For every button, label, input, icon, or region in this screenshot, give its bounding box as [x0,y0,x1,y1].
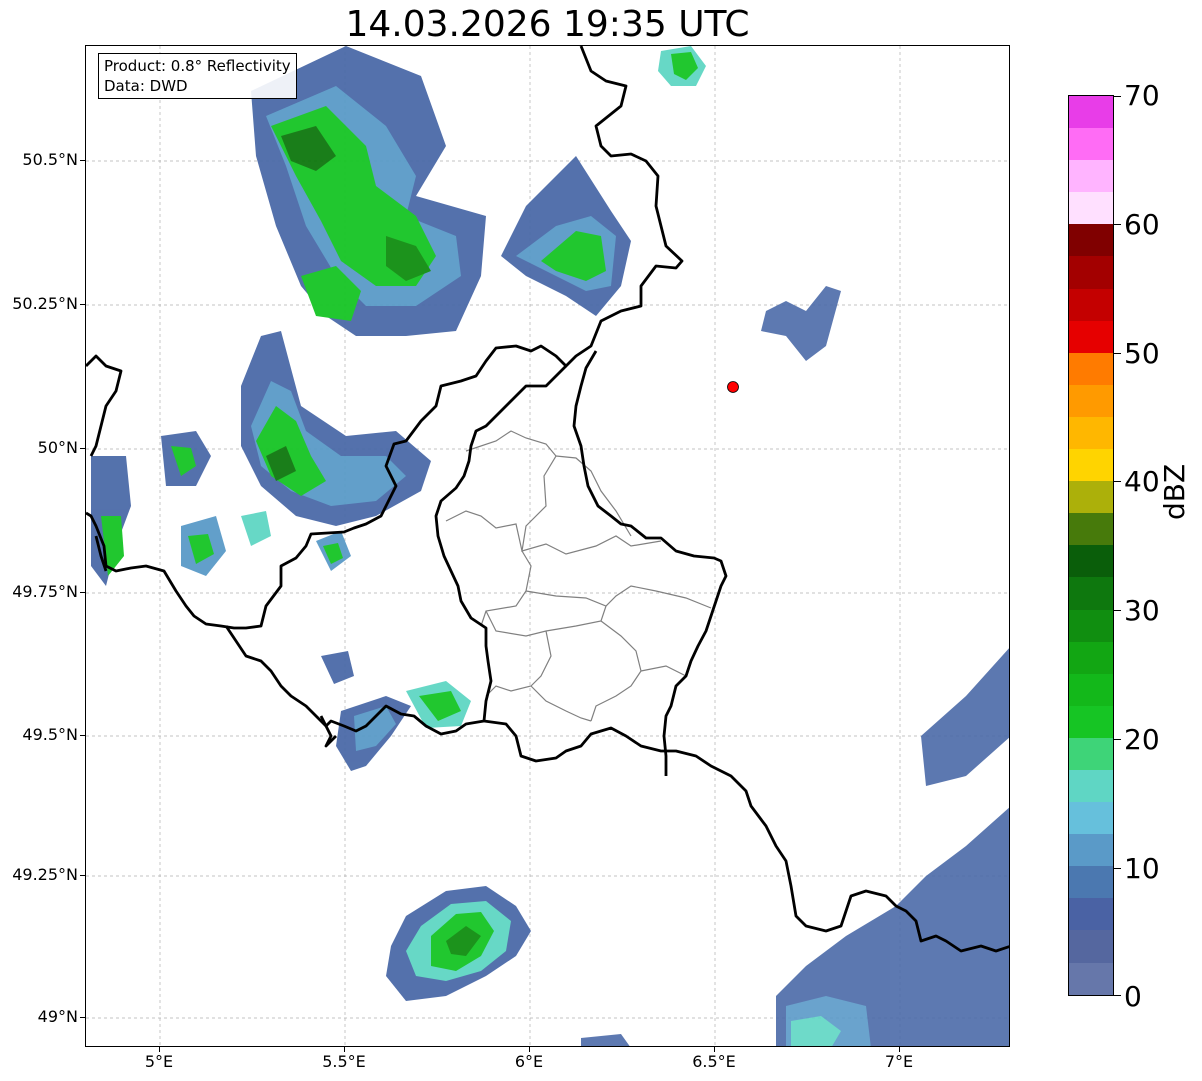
colorbar-segment [1069,962,1113,995]
lon-tick-mark [159,1047,160,1052]
colorbar-segment [1069,802,1113,835]
lon-tick-mark [899,1047,900,1052]
colorbar-segment [1069,705,1113,738]
echo-cell-north [501,46,706,316]
colorbar-tick-mark [1114,481,1121,482]
colorbar-label: dBZ [1158,464,1191,520]
lat-tick-label: 49.75°N [12,582,78,601]
colorbar-tick-label: 40 [1124,465,1160,498]
lon-tick-mark [714,1047,715,1052]
colorbar-segment [1069,96,1113,129]
lat-tick-mark [80,735,85,736]
map-canvas [86,46,1009,1046]
colorbar-segment [1069,930,1113,963]
lon-tick-label: 7°E [884,1052,914,1071]
colorbar-tick-label: 20 [1124,723,1160,756]
colorbar-segment [1069,866,1113,899]
lat-tick-mark [80,160,85,161]
colorbar-tick-mark [1114,739,1121,740]
colorbar-segment [1069,513,1113,546]
echo-cell-west [91,331,431,586]
colorbar-tick-mark [1114,224,1121,225]
echo-cell-south [386,886,531,1001]
colorbar-tick-label: 70 [1124,79,1160,112]
colorbar-segment [1069,416,1113,450]
colorbar-segment [1069,384,1113,417]
source-label: Data: DWD [104,77,188,95]
colorbar-unit: dBZ [1158,463,1191,520]
lat-tick-label: 50.5°N [22,150,78,169]
colorbar-tick-mark [1114,353,1121,354]
lon-tick-mark [344,1047,345,1052]
colorbar-segment [1069,224,1113,257]
lat-tick-label: 49.5°N [22,725,78,744]
colorbar-segment [1069,160,1113,193]
echo-stratiform-southeast [581,648,1009,1046]
lon-tick-label: 5°E [144,1052,174,1071]
lat-tick-mark [80,1017,85,1018]
colorbar-segment [1069,192,1113,225]
lat-tick-label: 49.25°N [12,865,78,884]
colorbar-segment [1069,737,1113,770]
lon-tick-label: 6.5°E [692,1052,736,1071]
lat-tick-mark [80,304,85,305]
colorbar-segment [1069,128,1113,161]
colorbar-segment [1069,834,1113,867]
colorbar-segment [1069,449,1113,482]
radar-site-marker[interactable] [727,381,739,393]
colorbar-segment [1069,352,1113,385]
colorbar-tick-label: 60 [1124,208,1160,241]
lat-tick-mark [80,448,85,449]
colorbar-tick-mark [1114,995,1121,996]
colorbar-tick-label: 10 [1124,852,1160,885]
lon-tick-label: 6°E [514,1052,544,1071]
colorbar-segment [1069,898,1113,931]
colorbar-segment [1069,769,1113,803]
admin-boundaries [445,430,712,722]
colorbar-segment [1069,320,1113,353]
lat-tick-label: 50°N [37,438,78,457]
colorbar-tick-label: 0 [1124,980,1142,1013]
lat-tick-mark [80,875,85,876]
colorbar-segment [1069,641,1113,674]
lat-tick-label: 50.25°N [12,294,78,313]
lon-tick-mark [529,1047,530,1052]
radar-map[interactable] [85,45,1010,1047]
colorbar-segment [1069,609,1113,642]
product-info-box: Product: 0.8° Reflectivity Data: DWD [98,53,297,99]
lon-tick-label: 5.5°E [322,1052,366,1071]
colorbar-tick-mark [1114,610,1121,611]
colorbar-segment [1069,256,1113,289]
colorbar-segment [1069,288,1113,321]
colorbar-tick-label: 30 [1124,594,1160,627]
colorbar-tick-label: 50 [1124,337,1160,370]
national-borders [86,46,1009,953]
colorbar-segment [1069,481,1113,514]
colorbar-tick-mark [1114,868,1121,869]
lat-tick-mark [80,592,85,593]
product-label: Product: 0.8° Reflectivity [104,57,291,75]
lat-tick-label: 49°N [37,1007,78,1026]
colorbar [1068,95,1114,996]
colorbar-segment [1069,545,1113,578]
colorbar-tick-mark [1114,96,1121,97]
colorbar-segment [1069,577,1113,610]
colorbar-segment [1069,673,1113,706]
echo-cell-east-small [761,286,841,361]
map-title: 14.03.2026 19:35 UTC [345,4,750,45]
